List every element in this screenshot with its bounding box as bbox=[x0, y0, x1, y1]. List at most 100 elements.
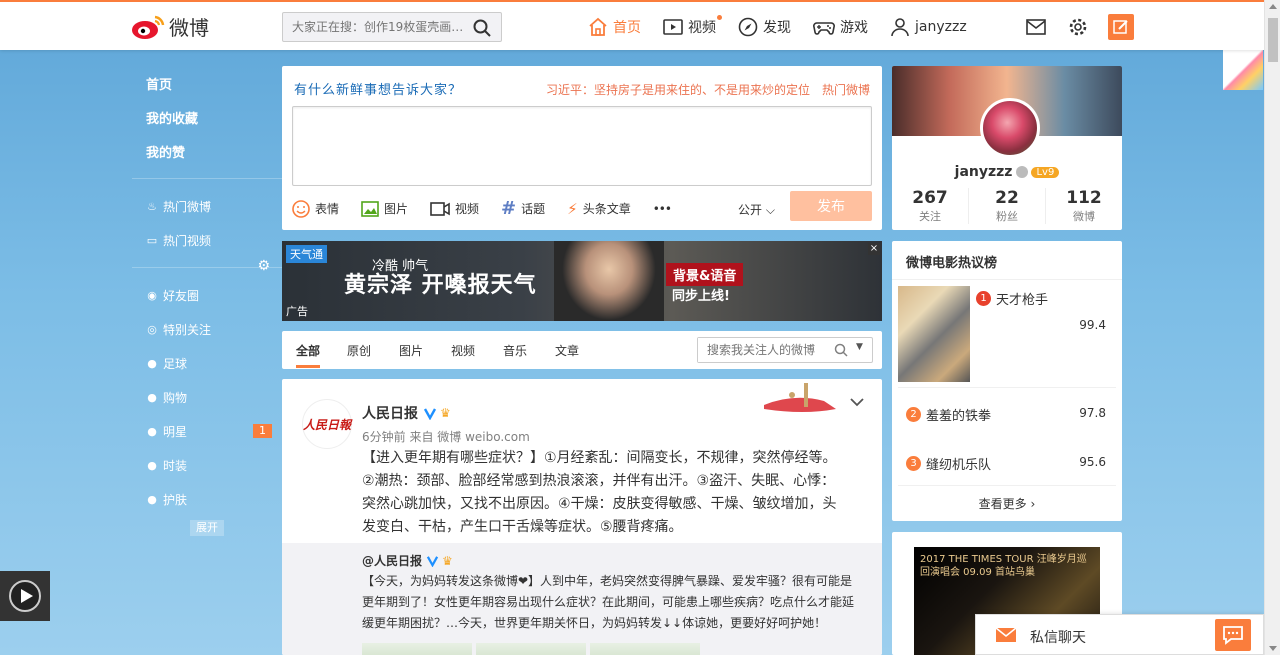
settings-button[interactable] bbox=[1066, 15, 1090, 39]
repost-author-link[interactable]: @人民日报 bbox=[362, 552, 422, 569]
profile-name: janyzzz Lv9 bbox=[892, 164, 1122, 180]
compose-button[interactable] bbox=[1108, 14, 1134, 40]
tab-all[interactable]: 全部 bbox=[296, 342, 320, 359]
video-tool[interactable]: 视频 bbox=[430, 200, 479, 217]
mini-video-player[interactable] bbox=[0, 571, 50, 621]
scroll-down-arrow[interactable] bbox=[1269, 646, 1277, 651]
level-badge[interactable]: Lv9 bbox=[1031, 166, 1060, 178]
scrollbar[interactable] bbox=[1264, 0, 1280, 655]
tab-original[interactable]: 原创 bbox=[347, 342, 371, 359]
nav-game[interactable]: 游戏 bbox=[813, 17, 868, 37]
movie-name: 缝纫机乐队 bbox=[926, 458, 992, 473]
image-label: 图片 bbox=[384, 202, 409, 216]
chat-bar[interactable]: 私信聊天 bbox=[975, 614, 1264, 655]
repost-image[interactable] bbox=[590, 643, 700, 655]
author-avatar[interactable]: 人民日報 bbox=[302, 399, 352, 449]
sidebar-item-likes[interactable]: 我的赞 bbox=[132, 134, 282, 168]
sidebar-item-skincare[interactable]: ● 护肤 bbox=[132, 482, 282, 516]
visibility-select[interactable]: 公开 ⌵ bbox=[738, 201, 775, 218]
sidebar-item-special[interactable]: ◎ 特别关注 bbox=[132, 312, 282, 346]
nav-video[interactable]: 视频 bbox=[663, 15, 722, 37]
new-dot bbox=[717, 15, 722, 20]
topic-tool[interactable]: # 话题 bbox=[501, 198, 545, 219]
scroll-thumb[interactable] bbox=[1268, 18, 1278, 62]
stat-following[interactable]: 267 关注 bbox=[892, 188, 969, 224]
post-textarea[interactable] bbox=[292, 106, 872, 186]
sidebar-item-shopping[interactable]: ● 购物 bbox=[132, 380, 282, 414]
vip-icon: ♛ bbox=[440, 406, 451, 420]
author-name-link[interactable]: 人民日报 bbox=[362, 403, 418, 423]
video-icon bbox=[430, 201, 450, 216]
banner-ad[interactable]: 天气通 冷酷 帅气 黄宗泽 开嗓报天气 背景&语音 同步上线! 广告 × bbox=[282, 241, 882, 321]
divider bbox=[892, 279, 1122, 280]
play-icon[interactable] bbox=[8, 579, 42, 613]
chevron-down-icon[interactable] bbox=[850, 397, 864, 407]
sidebar-item-home[interactable]: 首页 bbox=[132, 66, 282, 100]
hot-topic-link[interactable]: 习近平：坚持房子是用来住的、不是用来炒的定位 bbox=[546, 83, 810, 97]
image-tool[interactable]: 图片 bbox=[361, 200, 408, 217]
tab-articles[interactable]: 文章 bbox=[555, 342, 579, 359]
search-icon[interactable] bbox=[473, 19, 491, 37]
avatar[interactable] bbox=[980, 98, 1040, 158]
search-icon[interactable] bbox=[834, 343, 848, 357]
ranking-item[interactable]: 3 缝纫机乐队 bbox=[906, 454, 991, 473]
nav-user[interactable]: janyzzz bbox=[890, 17, 967, 37]
movie-ranking: 微博电影热议榜 1 天才枪手 99.4 2 羞羞的铁拳 97.8 3 缝纫机乐队… bbox=[892, 241, 1122, 521]
chevron-right-icon: › bbox=[1030, 497, 1036, 511]
profile-name-link[interactable]: janyzzz bbox=[955, 164, 1013, 180]
tab-music[interactable]: 音乐 bbox=[503, 342, 527, 359]
more-tools-button[interactable]: ••• bbox=[653, 202, 672, 216]
sidebar-item-favorites[interactable]: 我的收藏 bbox=[132, 100, 282, 134]
circle-icon: ◉ bbox=[147, 288, 157, 302]
message-button[interactable] bbox=[1024, 15, 1048, 39]
hot-topic: 习近平：坚持房子是用来住的、不是用来炒的定位 热门微博 bbox=[546, 81, 870, 98]
scroll-up-arrow[interactable] bbox=[1269, 4, 1277, 9]
sidebar-item-football[interactable]: ● 足球 bbox=[132, 346, 282, 380]
repost-image[interactable] bbox=[476, 643, 586, 655]
weibo-logo[interactable]: 微博 bbox=[131, 12, 209, 41]
main-nav: 首页 视频 发现 游戏 janyzzz bbox=[588, 2, 989, 52]
sidebar-item-friends[interactable]: ◉ 好友圈 bbox=[132, 278, 282, 312]
sidebar-item-hot-video[interactable]: ▭ 热门视频 bbox=[132, 223, 282, 257]
emoji-tool[interactable]: 表情 bbox=[292, 199, 339, 218]
stat-label: 微博 bbox=[1073, 210, 1095, 223]
banner-slogan: 黄宗泽 开嗓报天气 bbox=[344, 272, 537, 298]
edit-icon bbox=[1113, 20, 1128, 34]
game-icon bbox=[813, 22, 835, 35]
feed-search-input[interactable] bbox=[698, 338, 828, 362]
close-icon[interactable]: × bbox=[868, 243, 880, 255]
tab-videos[interactable]: 视频 bbox=[451, 342, 475, 359]
repost-image[interactable] bbox=[362, 643, 472, 655]
gear-icon[interactable]: ⚙ bbox=[257, 258, 270, 274]
movie-poster[interactable] bbox=[898, 286, 970, 382]
caret-down-icon[interactable]: ▼ bbox=[856, 342, 863, 352]
sidebar-item-label: 足球 bbox=[163, 356, 188, 371]
hot-weibo-link[interactable]: 热门微博 bbox=[822, 83, 870, 97]
nav-home[interactable]: 首页 bbox=[588, 17, 641, 37]
see-more-link[interactable]: 查看更多 › bbox=[892, 495, 1122, 512]
publish-button[interactable]: 发布 bbox=[790, 191, 872, 221]
sidebar-item-hot-weibo[interactable]: ♨ 热门微博 bbox=[132, 189, 282, 223]
expand-button[interactable]: 展开 bbox=[190, 520, 224, 536]
sidebar-item-stars[interactable]: ● 明星 1 bbox=[132, 414, 282, 448]
feed-search-box[interactable]: ▼ bbox=[697, 337, 873, 363]
stat-followers[interactable]: 22 粉丝 bbox=[969, 188, 1046, 224]
ranking-item[interactable]: 1 天才枪手 bbox=[976, 289, 1048, 308]
sidebar-item-fashion[interactable]: ● 时装 bbox=[132, 448, 282, 482]
nav-discover[interactable]: 发现 bbox=[738, 17, 791, 37]
tab-images[interactable]: 图片 bbox=[399, 342, 423, 359]
chat-button[interactable] bbox=[1215, 619, 1251, 651]
article-tool[interactable]: ⚡ 头条文章 bbox=[567, 200, 631, 218]
search-input[interactable] bbox=[283, 13, 463, 41]
ranking-item[interactable]: 2 羞羞的铁拳 bbox=[906, 405, 991, 424]
search-box[interactable] bbox=[282, 12, 502, 42]
ad-label: 广告 bbox=[286, 305, 308, 318]
weather-app-tag: 天气通 bbox=[286, 245, 327, 263]
corner-decoration[interactable] bbox=[1223, 50, 1263, 90]
stat-posts[interactable]: 112 微博 bbox=[1046, 188, 1122, 224]
nav-home-label: 首页 bbox=[613, 20, 641, 36]
movie-score: 99.4 bbox=[1079, 318, 1106, 332]
image-icon bbox=[361, 200, 379, 217]
publisher-prompt: 有什么新鲜事想告诉大家？ bbox=[294, 83, 463, 98]
divider bbox=[898, 387, 1116, 388]
